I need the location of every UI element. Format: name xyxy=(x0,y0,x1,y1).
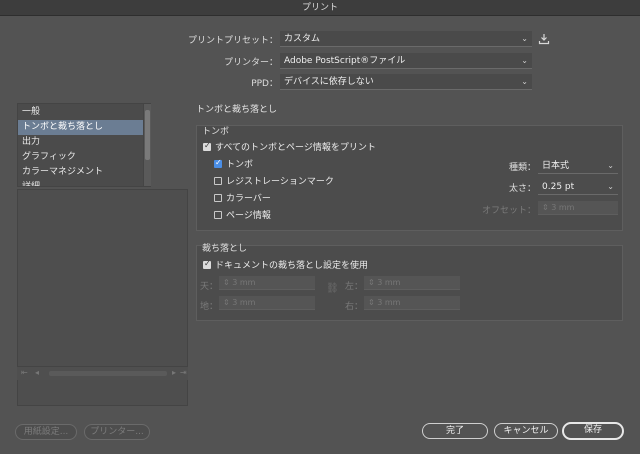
preset-dropdown[interactable]: カスタム ⌄ xyxy=(280,31,532,47)
all-marks-checkbox-row[interactable]: すべてのトンボとページ情報をプリント xyxy=(203,140,376,153)
ppd-dropdown[interactable]: デバイスに依存しない ⌄ xyxy=(280,74,532,90)
sidebar-item-color-management[interactable]: カラーマネジメント xyxy=(18,165,150,180)
use-doc-bleed-checkbox[interactable] xyxy=(203,259,211,269)
window-title: プリント xyxy=(0,0,640,16)
bleed-right-field: ⇕ 3 mm xyxy=(364,296,460,310)
preset-value: カスタム xyxy=(284,34,321,44)
color-bars-label: カラーバー xyxy=(226,194,271,204)
color-bars-checkbox[interactable] xyxy=(214,193,222,202)
chevron-down-icon: ⌄ xyxy=(521,34,528,43)
bleed-bottom-field: ⇕ 3 mm xyxy=(219,296,315,310)
page-setup-button[interactable]: 用紙設定... xyxy=(15,424,77,440)
stepper-icon: ⇕ xyxy=(368,298,378,307)
preset-label: プリントプリセット： xyxy=(187,36,278,46)
bleed-left-label: 左： xyxy=(344,282,363,292)
save-preset-icon[interactable] xyxy=(538,33,550,45)
marks-group-label: トンボ xyxy=(202,127,230,137)
marks-offset-field: ⇕ 3 mm xyxy=(538,201,618,215)
page-info-label: ページ情報 xyxy=(226,211,271,221)
marks-type-dropdown[interactable]: 日本式 ⌄ xyxy=(538,158,618,174)
bleed-top-value: 3 mm xyxy=(232,278,256,287)
sidebar-item-marks-bleed[interactable]: トンボと裁ち落とし xyxy=(18,120,150,135)
chevron-down-icon: ⌄ xyxy=(521,56,528,65)
sidebar-item-graphics[interactable]: グラフィック xyxy=(18,150,150,165)
page-slider[interactable] xyxy=(49,371,167,376)
next-page-icon[interactable]: ▸ xyxy=(172,368,176,377)
registration-marks-row[interactable]: レジストレーションマーク xyxy=(214,174,334,187)
page-info-checkbox[interactable] xyxy=(214,210,222,219)
crop-marks-checkbox[interactable] xyxy=(214,158,222,168)
bleed-right-label: 右： xyxy=(344,302,363,312)
category-list: 一般 トンボと裁ち落とし 出力 グラフィック カラーマネジメント 詳細 xyxy=(17,103,151,187)
marks-type-value: 日本式 xyxy=(542,161,570,171)
marks-weight-label: 太さ： xyxy=(508,184,536,194)
crop-marks-row[interactable]: トンボ xyxy=(214,157,253,170)
bleed-left-value: 3 mm xyxy=(377,278,401,287)
stepper-icon: ⇕ xyxy=(223,298,233,307)
stepper-icon: ⇕ xyxy=(223,278,233,287)
printer-label: プリンター： xyxy=(223,58,278,68)
chevron-down-icon: ⌄ xyxy=(521,77,528,86)
bleed-right-value: 3 mm xyxy=(377,298,401,307)
sidebar-item-output[interactable]: 出力 xyxy=(18,135,150,150)
ppd-value: デバイスに依存しない xyxy=(284,77,374,87)
crop-marks-label: トンボ xyxy=(226,160,254,170)
prev-page-icon[interactable]: ◂ xyxy=(35,368,39,377)
preview-scrollbar[interactable]: ⇤ ◂ ▸ ⇥ xyxy=(17,366,188,380)
color-bars-row[interactable]: カラーバー xyxy=(214,191,271,204)
cancel-button[interactable]: キャンセル xyxy=(494,423,558,439)
bleed-bottom-label: 地： xyxy=(199,302,218,312)
sidebar-item-general[interactable]: 一般 xyxy=(18,105,150,120)
marks-offset-label: オフセット： xyxy=(481,206,536,216)
first-page-icon[interactable]: ⇤ xyxy=(21,368,28,377)
section-title: トンボと裁ち落とし xyxy=(196,105,278,115)
marks-offset-value: 3 mm xyxy=(551,203,575,212)
chain-link-icon: ⛓ xyxy=(326,283,339,294)
marks-type-label: 種類： xyxy=(508,163,536,173)
category-scrollbar[interactable] xyxy=(143,104,151,186)
stepper-icon: ⇕ xyxy=(368,278,378,287)
registration-marks-label: レジストレーションマーク xyxy=(226,177,334,187)
marks-weight-value: 0.25 pt xyxy=(542,182,575,192)
bleed-left-field: ⇕ 3 mm xyxy=(364,276,460,290)
use-doc-bleed-label: ドキュメントの裁ち落とし設定を使用 xyxy=(215,261,369,271)
use-doc-bleed-row[interactable]: ドキュメントの裁ち落とし設定を使用 xyxy=(203,258,368,271)
bleed-top-field: ⇕ 3 mm xyxy=(219,276,315,290)
printer-button[interactable]: プリンター... xyxy=(84,424,150,440)
bleed-bottom-value: 3 mm xyxy=(232,298,256,307)
marks-weight-dropdown[interactable]: 0.25 pt ⌄ xyxy=(538,179,618,195)
all-marks-checkbox[interactable] xyxy=(203,141,211,151)
registration-marks-checkbox[interactable] xyxy=(214,176,222,185)
bleed-group-label: 裁ち落とし xyxy=(202,244,248,254)
ppd-label: PPD： xyxy=(251,79,278,89)
save-button[interactable]: 保存 xyxy=(562,422,624,440)
bleed-top-label: 天： xyxy=(199,282,218,292)
chevron-down-icon: ⌄ xyxy=(607,161,614,170)
scrollbar-thumb[interactable] xyxy=(145,110,150,160)
printer-dropdown[interactable]: Adobe PostScript®ファイル ⌄ xyxy=(280,53,532,69)
all-marks-label: すべてのトンボとページ情報をプリント xyxy=(215,143,376,153)
last-page-icon[interactable]: ⇥ xyxy=(180,368,187,377)
page-info-row[interactable]: ページ情報 xyxy=(214,208,271,221)
stepper-icon: ⇕ xyxy=(542,203,552,212)
done-button[interactable]: 完了 xyxy=(422,423,488,439)
printer-value: Adobe PostScript®ファイル xyxy=(284,56,406,66)
chevron-down-icon: ⌄ xyxy=(607,182,614,191)
sidebar-item-advanced[interactable]: 詳細 xyxy=(18,180,150,186)
